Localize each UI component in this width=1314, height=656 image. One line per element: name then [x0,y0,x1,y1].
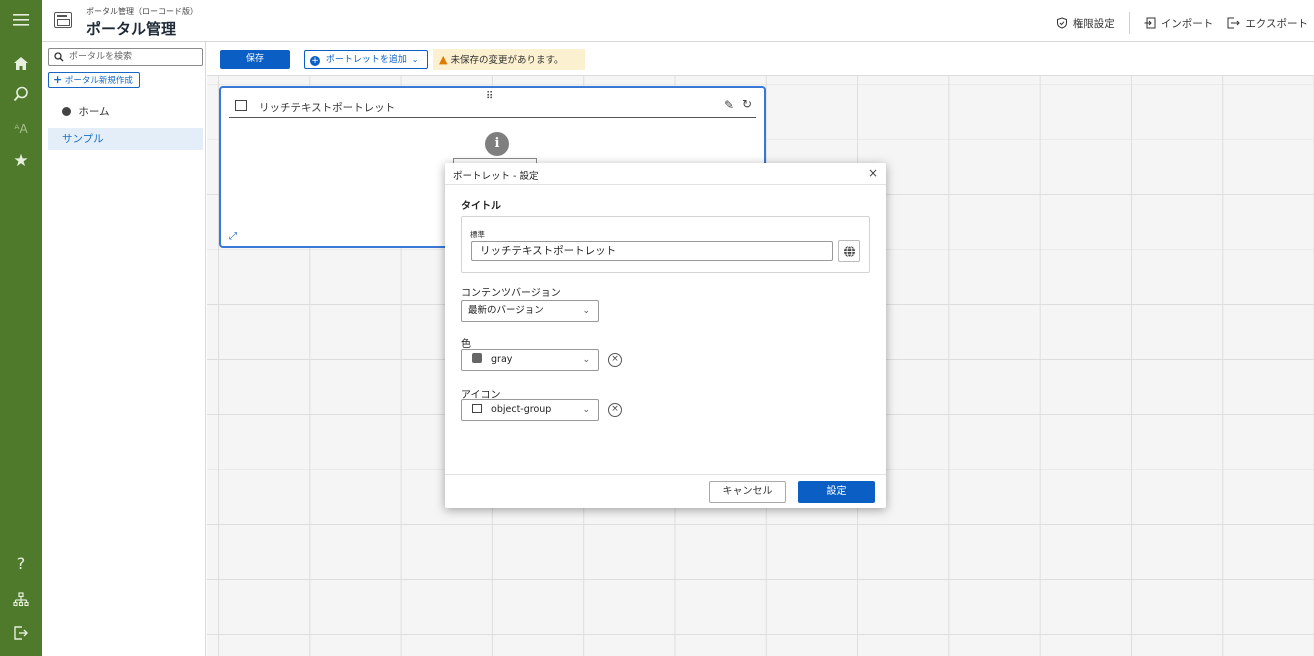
color-swatch [472,353,482,363]
new-portal-label: ポータル新規作成 [64,76,133,86]
icon-value: object-group [491,404,552,415]
editor-toolbar: 保存 + ポートレットを追加 ⌄ ▲ 未保存の変更があります。 [207,42,1314,76]
title-section-label: タイトル [461,201,501,212]
export-button[interactable]: エクスポート [1227,16,1308,31]
portlet-title: リッチテキストポートレット [259,102,396,114]
font-size-icon[interactable]: ᴬA [0,118,42,140]
dialog-title: ポートレット - 設定 [453,171,539,182]
title-field-group: 標準 リッチテキストポートレット [461,216,870,273]
import-label: インポート [1160,17,1214,30]
export-label: エクスポート [1245,17,1308,30]
new-portal-button[interactable]: + ポータル新規作成 [48,72,140,88]
app-subtitle: ポータル管理（ローコード版） [86,7,198,16]
sidebar-item-label: ホーム [78,106,110,118]
sitemap-icon[interactable] [0,589,42,611]
logout-icon[interactable] [0,622,42,644]
menu-icon[interactable] [0,9,42,31]
content-version-value: 最新のバージョン [468,305,544,316]
cancel-button[interactable]: キャンセル [709,481,786,503]
object-group-icon [472,404,482,413]
search-icon [54,52,64,62]
dialog-header: ポートレット - 設定 × [445,163,886,185]
app-logo-icon [54,12,72,28]
chevron-down-icon: ⌄ [582,306,590,316]
dialog-footer: キャンセル 設定 [445,474,886,508]
gear-icon [62,107,71,116]
edit-icon[interactable]: ✎ [724,98,734,112]
content-version-select[interactable]: 最新のバージョン ⌄ [461,300,599,322]
header-divider [1128,12,1130,34]
add-portlet-label: ポートレットを追加 [325,55,407,65]
portal-sidebar: ポータルを検索 + ポータル新規作成 ホーム サンプル [42,42,206,656]
unsaved-warning-text: 未保存の変更があります。 [450,55,564,66]
clear-icon-icon[interactable]: × [608,403,622,417]
object-group-icon [235,100,247,111]
warning-icon: ▲ [439,53,448,66]
chevron-down-icon: ⌄ [411,55,419,64]
permissions-label: 権限設定 [1072,17,1115,30]
icon-select[interactable]: object-group ⌄ [461,399,599,421]
color-label: 色 [461,339,471,350]
info-icon: i [485,132,509,156]
permissions-button[interactable]: 権限設定 [1056,16,1115,31]
app-header: ポータル管理（ローコード版） ポータル管理 権限設定 インポート エクスポート [42,0,1314,42]
close-icon[interactable]: × [868,166,878,180]
global-nav-rail: ᴬA ★ ? [0,0,42,656]
resize-icon[interactable]: ⤢ [229,231,237,242]
title-input[interactable]: リッチテキストポートレット [471,241,833,261]
sidebar-item-label: サンプル [62,133,104,145]
search-icon[interactable] [0,83,42,105]
chevron-down-icon: ⌄ [582,405,590,415]
color-value: gray [491,354,513,365]
refresh-icon[interactable]: ↻ [742,97,752,111]
save-button[interactable]: 保存 [220,50,290,69]
home-icon[interactable] [0,52,42,74]
import-button[interactable]: インポート [1144,16,1214,31]
confirm-button[interactable]: 設定 [798,481,875,503]
chevron-down-icon: ⌄ [582,355,590,365]
standard-label: 標準 [470,230,485,239]
unsaved-warning: ▲ 未保存の変更があります。 [433,49,585,70]
header-actions: 権限設定 インポート エクスポート [1056,12,1308,34]
clear-color-icon[interactable]: × [608,353,622,367]
portlet-header: リッチテキストポートレット ⠿ ✎ ↻ [229,91,756,118]
shield-check-icon [1056,17,1067,29]
sidebar-item-home[interactable]: ホーム [48,101,203,123]
content-version-label: コンテンツバージョン [461,288,561,299]
search-placeholder: ポータルを検索 [69,52,133,62]
drag-handle-icon[interactable]: ⠿ [486,91,493,102]
sidebar-item-sample[interactable]: サンプル [48,128,203,150]
page-title: ポータル管理 [86,20,177,38]
plus-icon: + [53,73,63,86]
portlet-settings-dialog: ポートレット - 設定 × タイトル 標準 リッチテキストポートレット コンテン… [445,163,886,508]
import-icon [1144,17,1156,29]
plus-circle-icon: + [310,56,320,66]
add-portlet-button[interactable]: + ポートレットを追加 ⌄ [304,50,428,69]
help-icon[interactable]: ? [0,553,42,575]
star-icon[interactable]: ★ [0,150,42,172]
color-select[interactable]: gray ⌄ [461,349,599,371]
search-input[interactable]: ポータルを検索 [48,48,203,66]
globe-icon[interactable] [838,240,860,262]
export-icon [1227,17,1241,29]
